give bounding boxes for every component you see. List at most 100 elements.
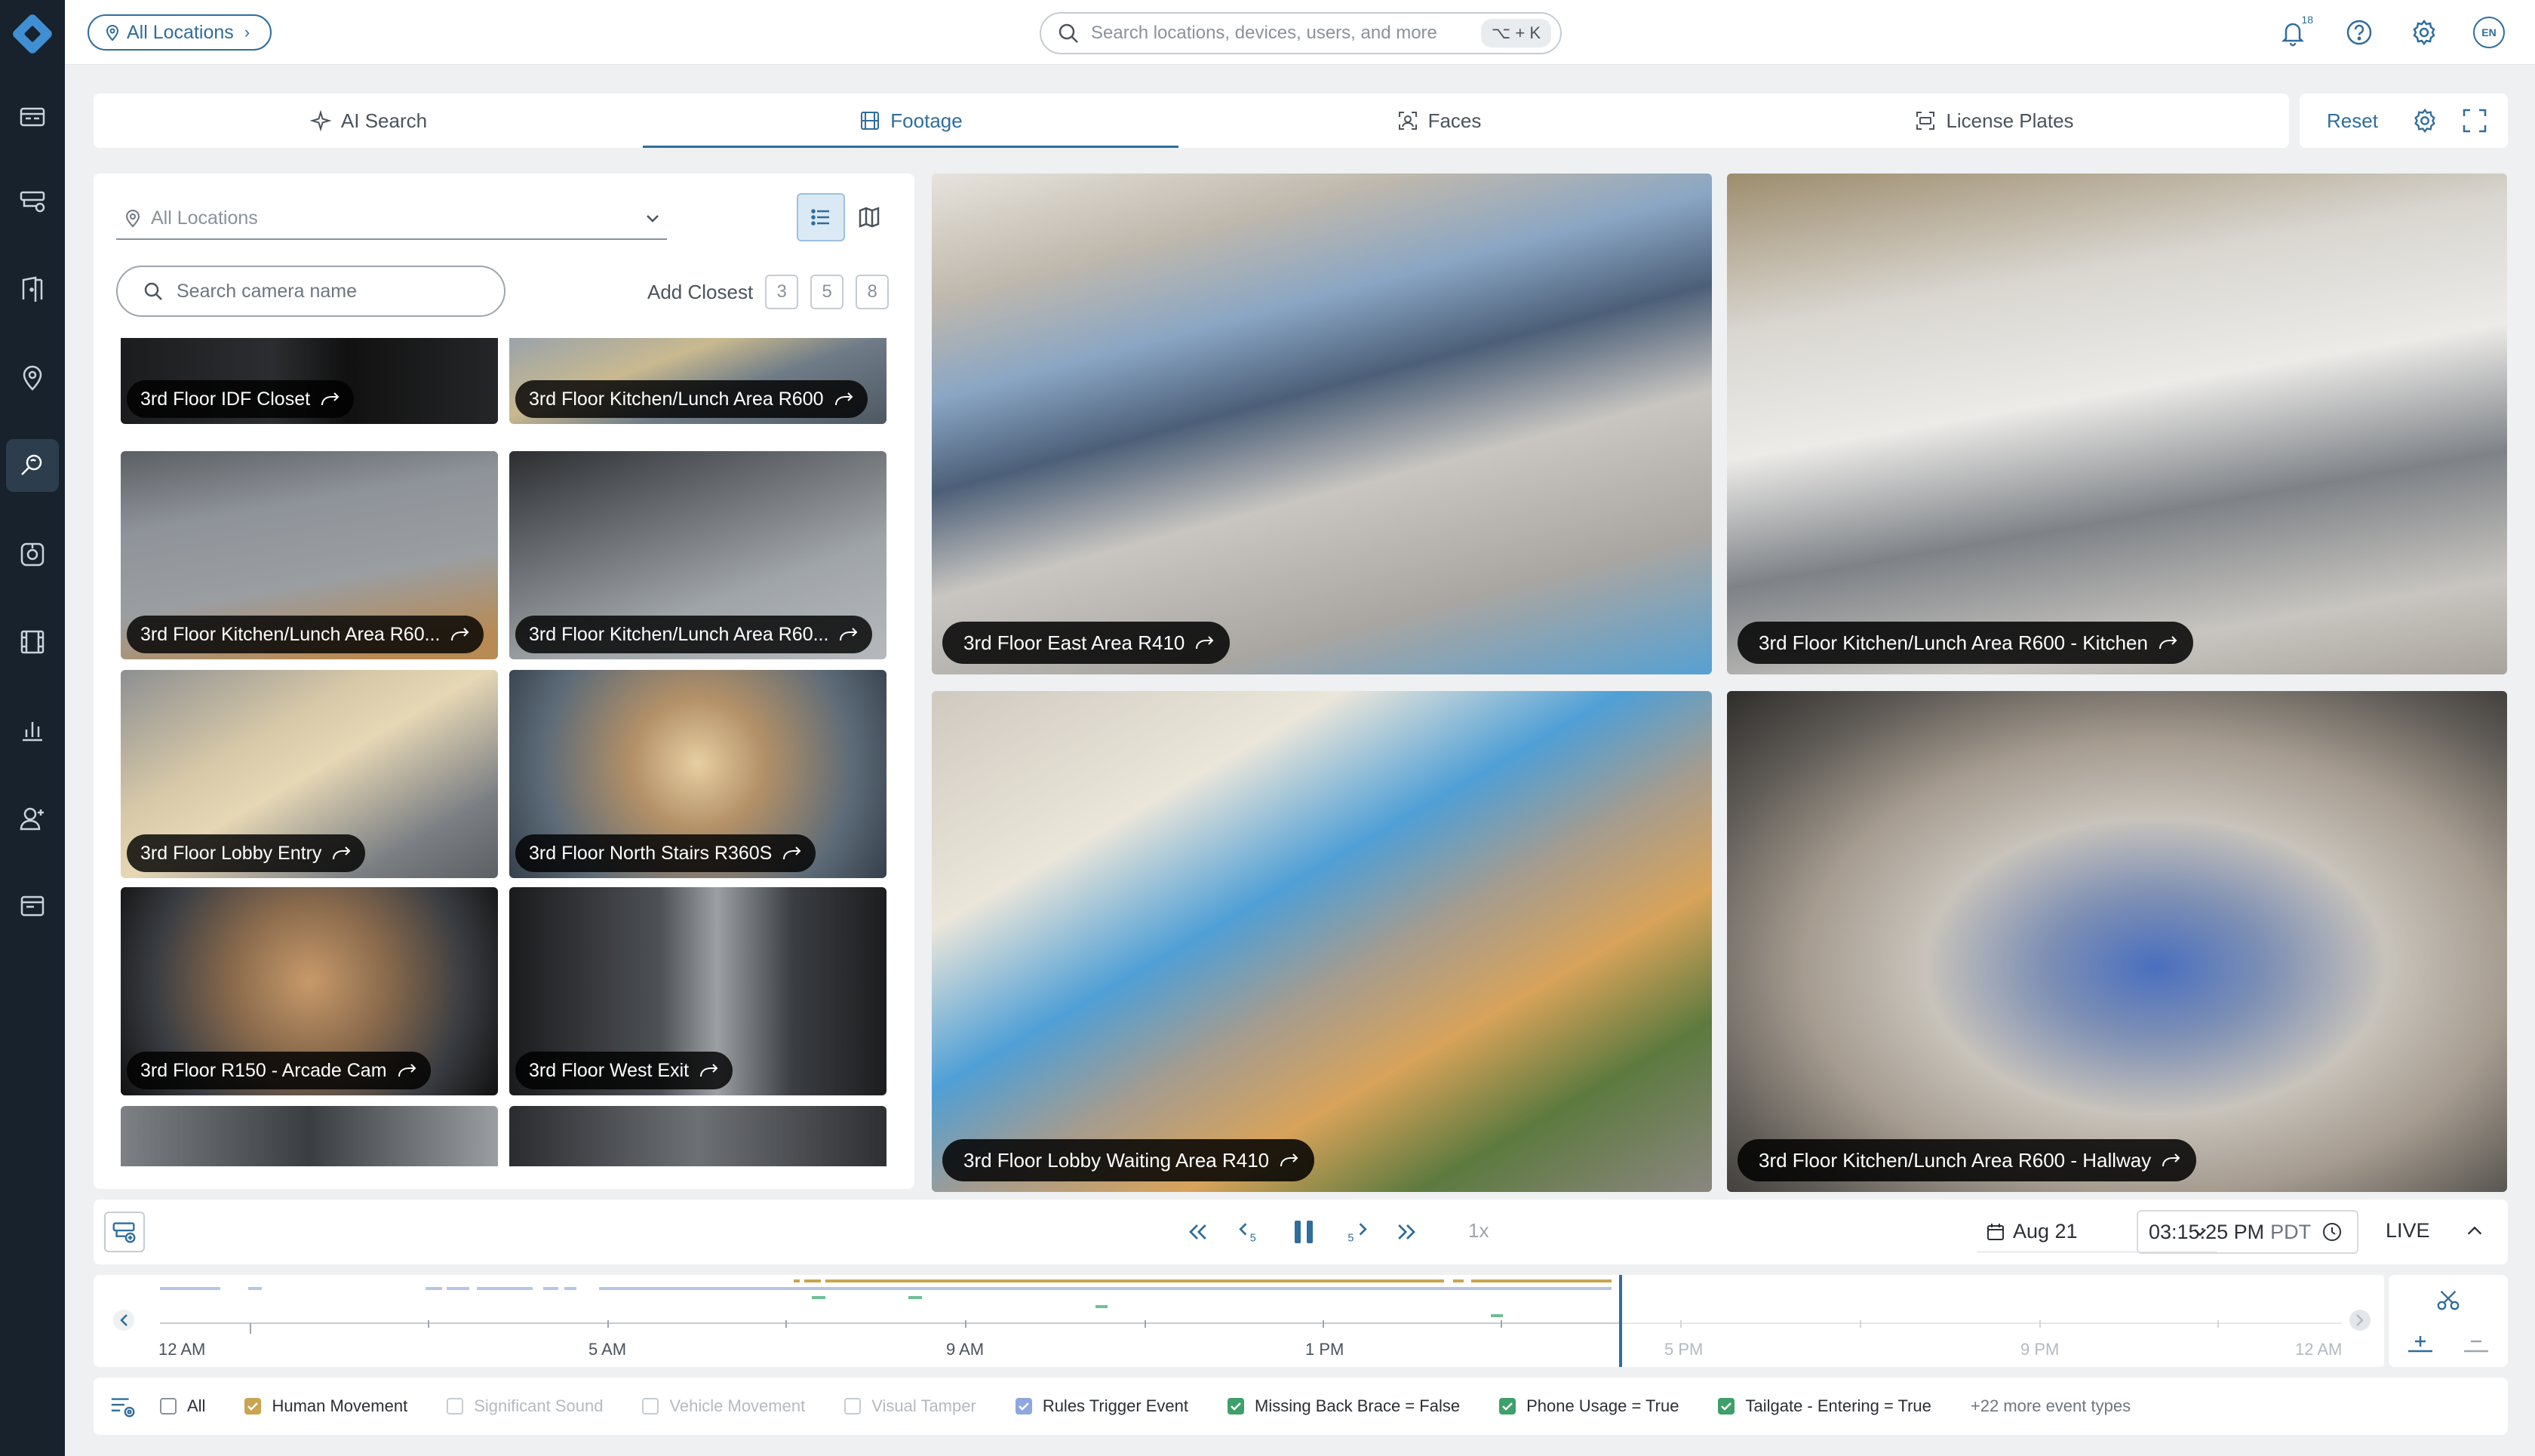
checkbox[interactable]: [844, 1398, 862, 1415]
video-label: 3rd Floor Kitchen/Lunch Area R600 - Kitc…: [1738, 622, 2193, 664]
forward-5s-button[interactable]: 5: [1340, 1215, 1375, 1249]
pause-button[interactable]: [1284, 1212, 1323, 1252]
list-view-button[interactable]: [797, 193, 845, 241]
filter-label: Significant Sound: [474, 1396, 604, 1415]
nav-devices[interactable]: [6, 175, 59, 228]
camera-thumbnail[interactable]: 3rd Floor Lobby Entry: [121, 670, 498, 878]
tab-faces[interactable]: Faces: [1178, 94, 1699, 148]
add-closest-3-button[interactable]: 3: [765, 275, 799, 309]
brand-logo-icon[interactable]: [10, 11, 55, 57]
svg-text:5: 5: [1250, 1233, 1256, 1245]
checkbox-checked[interactable]: [1015, 1398, 1032, 1415]
checkbox-checked[interactable]: [244, 1398, 262, 1415]
gear-icon[interactable]: [2411, 107, 2438, 134]
filter-human-movement[interactable]: Human Movement: [244, 1396, 407, 1416]
camera-groups-button[interactable]: [104, 1212, 145, 1252]
tab-license-plates[interactable]: License Plates: [1699, 94, 2289, 148]
checkbox[interactable]: [642, 1398, 659, 1415]
fullscreen-icon[interactable]: [2461, 107, 2488, 134]
check-icon: [1228, 1398, 1245, 1415]
camera-thumbnail[interactable]: 3rd Floor Kitchen/Lunch Area R60...: [509, 451, 886, 659]
camera-add-icon: [112, 1222, 136, 1243]
checkbox-checked[interactable]: [1718, 1398, 1735, 1415]
nav-footage[interactable]: [6, 616, 59, 668]
help-button[interactable]: [2342, 15, 2377, 50]
check-icon: [1499, 1398, 1516, 1415]
more-event-types-link[interactable]: +22 more event types: [1971, 1396, 2131, 1416]
camera-label: 3rd Floor R150 - Arcade Cam: [127, 1052, 431, 1089]
nav-alarms[interactable]: [6, 528, 59, 581]
video-tile[interactable]: 3rd Floor Kitchen/Lunch Area R600 - Kitc…: [1727, 174, 2507, 674]
filter-vehicle-movement[interactable]: Vehicle Movement: [642, 1396, 805, 1416]
filter-significant-sound[interactable]: Significant Sound: [447, 1396, 603, 1416]
tab-ai-search[interactable]: AI Search: [94, 94, 643, 148]
camera-label: 3rd Floor Lobby Entry: [127, 834, 366, 872]
filter-settings-button[interactable]: [106, 1389, 140, 1424]
camera-thumbnail-partial[interactable]: [121, 1106, 498, 1166]
checkbox[interactable]: [447, 1398, 464, 1415]
filter-tailgate-entering[interactable]: Tailgate - Entering = True: [1718, 1396, 1931, 1416]
live-button[interactable]: LIVE: [2386, 1219, 2430, 1243]
filter-all[interactable]: All: [160, 1396, 205, 1416]
camera-thumbnail[interactable]: 3rd Floor R150 - Arcade Cam: [121, 887, 498, 1095]
nav-locations[interactable]: [6, 352, 59, 404]
camera-thumbnail[interactable]: 3rd Floor IDF Closet: [121, 338, 498, 424]
filter-missing-back-brace[interactable]: Missing Back Brace = False: [1228, 1396, 1460, 1416]
face-scan-icon: [1398, 112, 1417, 130]
nav-dashboard[interactable]: [6, 91, 59, 143]
skip-forward-button[interactable]: [1390, 1215, 1424, 1249]
video-tile[interactable]: 3rd Floor Lobby Waiting Area R410: [932, 691, 1712, 1192]
map-view-button[interactable]: [845, 193, 893, 241]
camera-search[interactable]: [116, 266, 505, 317]
clip-button[interactable]: [2431, 1282, 2466, 1317]
nav-users[interactable]: [6, 792, 59, 845]
playback-speed[interactable]: 1x: [1468, 1219, 1489, 1243]
zoom-out-button[interactable]: [2452, 1328, 2500, 1361]
add-closest-8-button[interactable]: 8: [856, 275, 890, 309]
video-tile[interactable]: 3rd Floor East Area R410: [932, 174, 1712, 674]
double-chevron-right-icon: [1398, 1224, 1415, 1239]
skip-back-button[interactable]: [1180, 1215, 1215, 1249]
location-label: All Locations: [127, 21, 234, 43]
time-input[interactable]: 03:15:25 PM PDT: [2137, 1210, 2358, 1254]
filter-label: All: [187, 1396, 206, 1415]
checkbox[interactable]: [160, 1398, 177, 1415]
tab-label: AI Search: [340, 109, 428, 132]
camera-search-input[interactable]: [177, 280, 478, 303]
filter-visual-tamper[interactable]: Visual Tamper: [844, 1396, 976, 1416]
rewind-5s-button[interactable]: 5: [1231, 1215, 1266, 1249]
camera-thumbnail[interactable]: 3rd Floor West Exit: [509, 887, 886, 1095]
camera-thumbnail[interactable]: 3rd Floor Kitchen/Lunch Area R60...: [121, 451, 498, 659]
share-arrow-icon: [1280, 1153, 1298, 1167]
checkbox-checked[interactable]: [1228, 1398, 1245, 1415]
timeline[interactable]: 12 AM 5 AM 9 AM 1 PM 5 PM 9 PM 12 AM: [94, 1275, 2384, 1367]
collapse-timeline-button[interactable]: [2460, 1216, 2490, 1246]
apps-window-icon: [20, 895, 45, 917]
language-button[interactable]: EN: [2472, 15, 2506, 50]
tab-footage[interactable]: Footage: [643, 94, 1178, 148]
nav-investigate[interactable]: [6, 439, 59, 492]
video-tile[interactable]: 3rd Floor Kitchen/Lunch Area R600 - Hall…: [1727, 691, 2507, 1192]
global-search[interactable]: ⌥ + K: [1040, 12, 1562, 54]
check-icon: [1015, 1398, 1032, 1415]
zoom-in-button[interactable]: [2396, 1328, 2444, 1361]
nav-access[interactable]: [6, 263, 59, 315]
nav-apps[interactable]: [6, 880, 59, 932]
tick-label: 1 PM: [1305, 1340, 1344, 1359]
location-filter-select[interactable]: All Locations: [116, 198, 667, 240]
settings-button[interactable]: [2407, 15, 2441, 50]
checkbox-checked[interactable]: [1499, 1398, 1516, 1415]
filter-rules-trigger[interactable]: Rules Trigger Event: [1015, 1396, 1188, 1416]
filter-phone-usage[interactable]: Phone Usage = True: [1499, 1396, 1679, 1416]
camera-thumbnail[interactable]: 3rd Floor North Stairs R360S: [509, 670, 886, 878]
nav-analytics[interactable]: [6, 703, 59, 756]
reset-button[interactable]: Reset: [2327, 109, 2378, 133]
global-search-input[interactable]: [1091, 23, 1468, 44]
camera-thumbnail[interactable]: 3rd Floor Kitchen/Lunch Area R600: [509, 338, 886, 424]
calendar-icon: [1987, 1223, 2004, 1240]
video-label: 3rd Floor Kitchen/Lunch Area R600 - Hall…: [1738, 1139, 2197, 1181]
notifications-button[interactable]: 18: [2275, 14, 2313, 50]
camera-thumbnail-partial[interactable]: [509, 1106, 886, 1166]
add-closest-5-button[interactable]: 5: [810, 275, 844, 309]
location-selector[interactable]: All Locations ›: [88, 14, 272, 51]
